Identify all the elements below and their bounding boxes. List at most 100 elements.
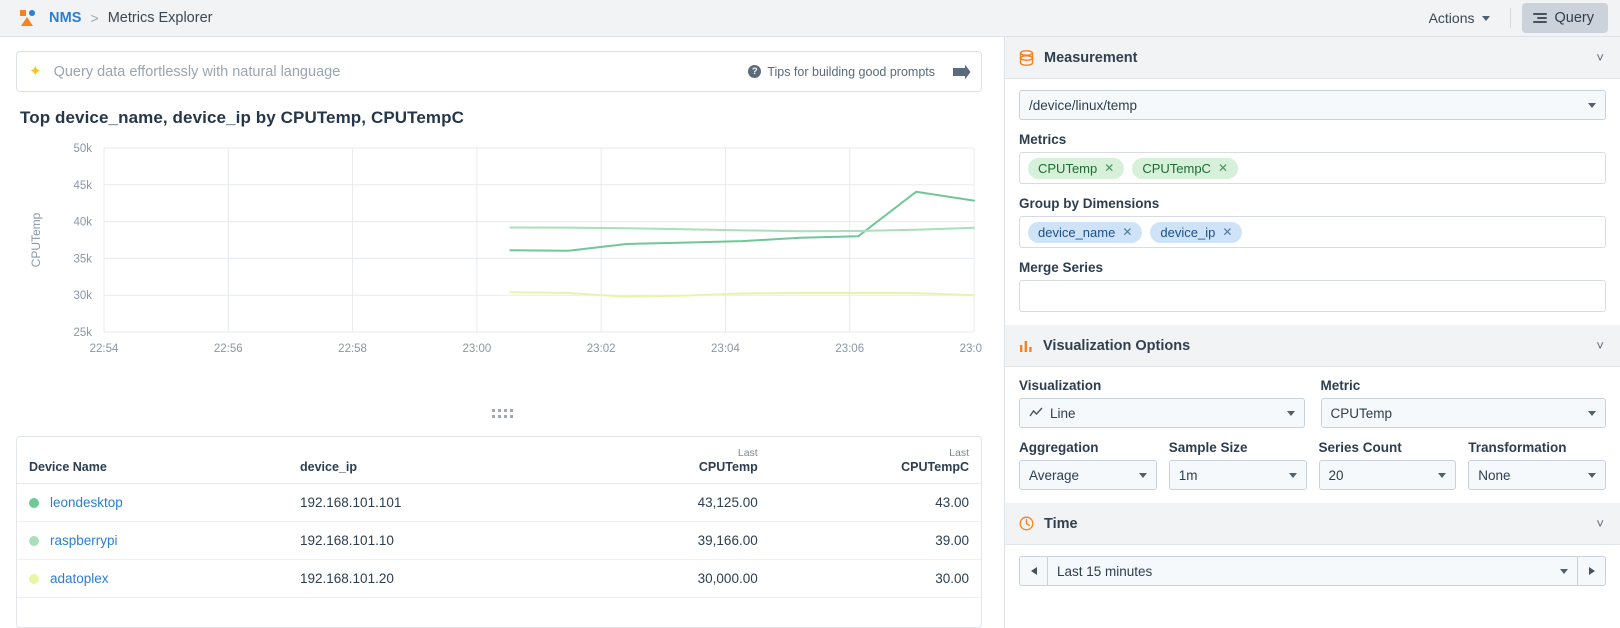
series-count-label: Series Count <box>1318 440 1402 455</box>
x-axis-tick-label: 23:08 <box>960 343 982 355</box>
nl-query-input[interactable] <box>53 63 749 80</box>
table-header-label: Device Name <box>29 460 107 474</box>
device-table: Device Name device_ip Last CPUTemp Last CPUTe… <box>17 437 981 598</box>
table-row[interactable]: adatoplex 192.168.101.20 30,000.00 30.00 <box>17 559 981 598</box>
sample-size-value: 1m <box>1178 467 1198 483</box>
cell-cputempc: 30.00 <box>769 559 981 598</box>
series-line <box>509 291 975 298</box>
query-panel-toggle-button[interactable]: Query <box>1521 3 1608 33</box>
top-bar: NMS > Metrics Explorer Actions Query <box>0 0 1620 37</box>
y-axis-tick-label: 30k <box>73 290 92 302</box>
breadcrumb-link-nms[interactable]: NMS <box>49 10 82 26</box>
chevron-left-icon <box>1030 567 1037 575</box>
time-next-button[interactable] <box>1578 556 1606 586</box>
panel-resize-handle[interactable] <box>0 409 1004 418</box>
cell-device-name: raspberrypi <box>17 521 288 560</box>
sample-size-select[interactable]: 1m <box>1168 460 1307 490</box>
cell-device-ip: 192.168.101.101 <box>288 483 577 522</box>
table-row[interactable]: raspberrypi 192.168.101.10 39,166.00 39.00 <box>17 521 981 560</box>
chevron-down-icon <box>1588 472 1596 478</box>
remove-dimension-icon[interactable]: ✕ <box>1222 225 1232 239</box>
dimensions-chip-input[interactable]: device_name ✕ device_ip ✕ <box>1019 216 1606 248</box>
metric-chip[interactable]: CPUTempC ✕ <box>1132 157 1238 179</box>
breadcrumb-current-page: Metrics Explorer <box>107 10 213 26</box>
visualization-section-body: Visualization Line Metric CPUTemp Aggreg… <box>1005 367 1620 503</box>
visualization-title: Visualization Options <box>1043 337 1191 354</box>
table-header-cell[interactable]: device_ip <box>288 437 577 484</box>
metrics-chip-input[interactable]: CPUTemp ✕ CPUTempC ✕ <box>1019 152 1606 184</box>
time-range-select[interactable]: Last 15 minutes <box>1047 556 1578 586</box>
chevron-down-icon <box>1588 102 1596 108</box>
x-axis-tick-label: 23:02 <box>587 343 616 355</box>
time-section-body: Last 15 minutes <box>1005 545 1620 599</box>
aggregation-select[interactable]: Average <box>1019 460 1157 490</box>
visualization-type-select[interactable]: Line <box>1019 398 1305 428</box>
cell-cputemp: 43,125.00 <box>576 483 770 522</box>
sample-size-label: Sample Size <box>1168 440 1248 455</box>
time-prev-button[interactable] <box>1019 556 1047 586</box>
measurement-section-header[interactable]: Measurement ˅ <box>1005 37 1620 79</box>
device-name-link[interactable]: adatoplex <box>50 571 109 586</box>
cell-device-ip: 192.168.101.20 <box>288 559 577 598</box>
x-axis-tick-label: 23:06 <box>835 343 864 355</box>
cell-device-ip: 192.168.101.10 <box>288 521 577 560</box>
cell-device-name: leondesktop <box>17 483 288 522</box>
device-name-link[interactable]: raspberrypi <box>50 533 118 548</box>
metric-chip-label: CPUTempC <box>1142 160 1211 176</box>
chevron-down-icon[interactable]: ˅ <box>1596 338 1604 353</box>
metric-value: CPUTemp <box>1330 405 1393 421</box>
chart-canvas[interactable]: 50k 45k 40k 35k 30k 25k 22:54 22:56 22:58 23:00 23… <box>16 136 988 372</box>
query-label: Query <box>1554 10 1595 26</box>
transformation-label: Transformation <box>1468 440 1567 455</box>
table-header-cell[interactable]: Device Name <box>17 437 288 484</box>
series-count-select[interactable]: 20 <box>1318 460 1457 490</box>
send-query-button[interactable] <box>951 62 971 82</box>
visualization-type-value: Line <box>1050 405 1076 421</box>
chart-title: Top device_name, device_ip by CPUTemp, C… <box>20 108 464 127</box>
table-header-row: Device Name device_ip Last CPUTemp Last CPUTe… <box>17 437 981 484</box>
measurement-path-select[interactable]: /device/linux/temp <box>1019 90 1606 120</box>
dimension-chip-label: device_ip <box>1160 224 1216 240</box>
device-table-card: Device Name device_ip Last CPUTemp Last CPUTe… <box>16 436 982 628</box>
sparkle-icon: ✦ <box>29 63 42 80</box>
dimension-chip-label: device_name <box>1038 224 1116 240</box>
metric-select[interactable]: CPUTemp <box>1320 398 1606 428</box>
prompt-tips-link[interactable]: ? Tips for building good prompts <box>748 65 935 79</box>
dimension-chip[interactable]: device_ip ✕ <box>1150 221 1243 243</box>
series-color-swatch <box>29 573 39 584</box>
aggregation-label: Aggregation <box>1019 440 1099 455</box>
table-row[interactable]: leondesktop 192.168.101.101 43,125.00 43.00 <box>17 483 981 522</box>
chevron-down-icon[interactable]: ˅ <box>1596 516 1604 531</box>
table-header-cell[interactable]: Last CPUTempC <box>769 437 981 484</box>
chevron-down-icon <box>1481 15 1490 21</box>
device-name-link[interactable]: leondesktop <box>50 495 123 510</box>
cell-cputempc: 39.00 <box>769 521 981 560</box>
chevron-down-icon <box>1560 568 1568 574</box>
breadcrumb-separator-icon: > <box>90 10 99 26</box>
measurement-section-body: /device/linux/temp Metrics CPUTemp ✕ CPUTe… <box>1005 79 1620 325</box>
actions-menu-button[interactable]: Actions <box>1420 5 1499 31</box>
database-icon <box>1019 49 1034 66</box>
merge-series-input[interactable] <box>1019 280 1606 312</box>
send-arrow-icon <box>952 64 970 79</box>
remove-metric-icon[interactable]: ✕ <box>1218 161 1228 175</box>
dimension-chip[interactable]: device_name ✕ <box>1028 221 1143 243</box>
series-count-value: 20 <box>1328 467 1344 483</box>
metric-chip[interactable]: CPUTemp ✕ <box>1028 157 1125 179</box>
remove-dimension-icon[interactable]: ✕ <box>1122 225 1132 239</box>
grip-dots-icon <box>491 409 513 418</box>
table-header-cell[interactable]: Last CPUTemp <box>576 437 770 484</box>
chevron-down-icon[interactable]: ˅ <box>1596 50 1604 65</box>
transformation-select[interactable]: None <box>1468 460 1606 490</box>
x-axis-tick-label: 22:58 <box>338 343 367 355</box>
series-line <box>509 226 975 233</box>
chevron-down-icon <box>1588 410 1596 416</box>
chevron-down-icon <box>1286 410 1295 416</box>
visualization-section-header[interactable]: Visualization Options ˅ <box>1005 325 1620 367</box>
y-axis-tick-label: 50k <box>73 143 92 155</box>
measurement-path-value: /device/linux/temp <box>1029 97 1138 113</box>
aggregation-value: Average <box>1029 467 1080 483</box>
time-section-header[interactable]: Time ˅ <box>1005 503 1620 545</box>
remove-metric-icon[interactable]: ✕ <box>1104 161 1114 175</box>
query-side-panel: Measurement ˅ /device/linux/temp Metrics… <box>1004 37 1620 628</box>
